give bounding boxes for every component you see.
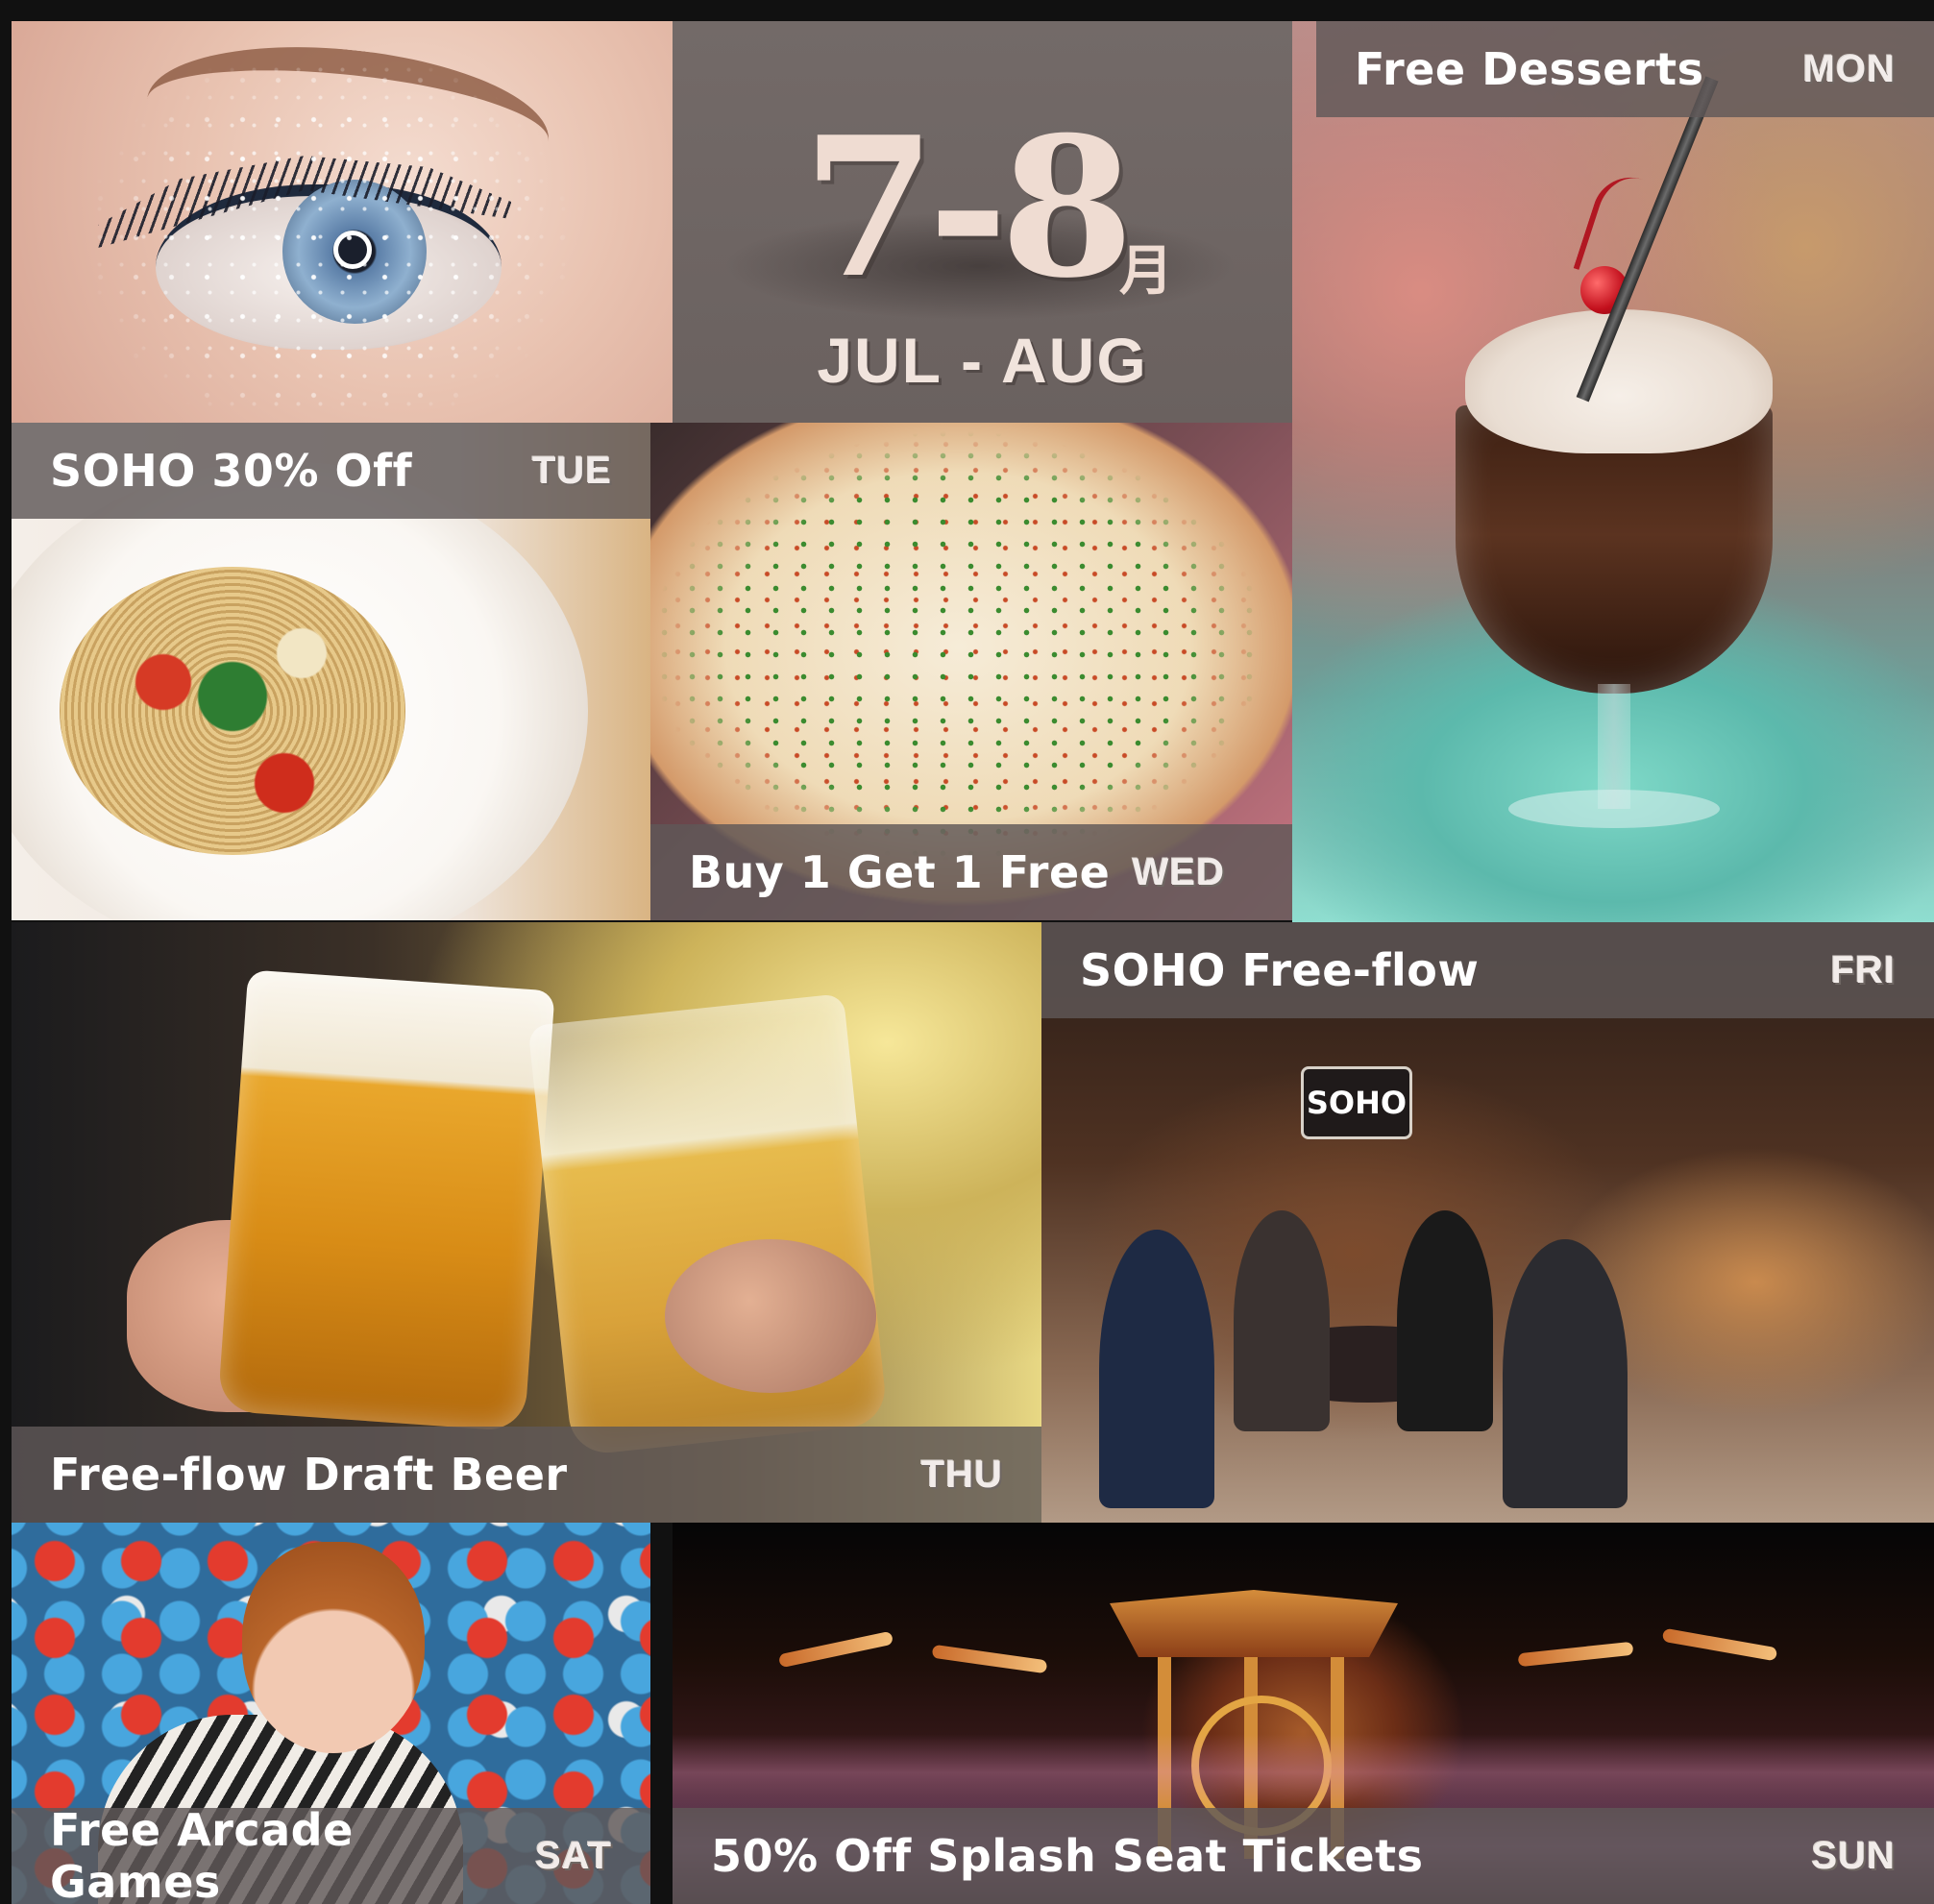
glass-foot <box>1508 790 1720 828</box>
caption-bar: Free-flow Draft Beer THU <box>12 1427 1041 1523</box>
caption-bar: SOHO 30% Off TUE <box>12 423 650 519</box>
caption-bar: SOHO Free-flow FRI <box>1041 922 1934 1018</box>
performer <box>931 1644 1048 1674</box>
promo-title: SOHO Free-flow <box>1080 944 1480 996</box>
promo-day: THU <box>920 1452 1003 1496</box>
beer-glass-right <box>527 992 889 1457</box>
person <box>1503 1239 1628 1508</box>
date-english: JUL - AUG <box>817 325 1148 396</box>
right-hand <box>665 1239 876 1393</box>
water-surface <box>673 1734 1934 1811</box>
whipped-cream <box>1465 309 1773 453</box>
caption-bar: Free Desserts MON <box>1316 21 1934 117</box>
promo-collage: 7-8 月 JUL - AUG Free Desserts MON SOHO 3… <box>0 0 1934 1904</box>
performer <box>1517 1641 1634 1668</box>
promo-title: Free Arcade Games <box>50 1804 354 1904</box>
promo-day: FRI <box>1830 948 1896 991</box>
promo-day: SAT <box>534 1834 612 1877</box>
caption-bar: 50% Off Splash Seat Tickets SUN <box>673 1808 1934 1904</box>
pagoda-roof <box>1110 1590 1398 1657</box>
promo-day: TUE <box>532 449 612 492</box>
promo-tile-wed[interactable]: Buy 1 Get 1 Free WED <box>650 423 1292 920</box>
promo-title: Buy 1 Get 1 Free <box>689 846 1111 898</box>
promo-title: SOHO 30% Off <box>50 445 413 497</box>
person <box>1234 1210 1330 1431</box>
eye-makeup-tile <box>12 21 673 423</box>
performer <box>1661 1627 1778 1662</box>
caption-bar: Free Arcade Games SAT <box>12 1804 650 1904</box>
promo-title: Free Desserts <box>1355 43 1704 95</box>
date-month-label: 月 <box>1119 240 1173 303</box>
person <box>1099 1230 1214 1508</box>
promo-day: WED <box>1132 850 1225 893</box>
pasta <box>60 567 405 855</box>
promo-tile-sun[interactable]: 50% Off Splash Seat Tickets SUN <box>673 1523 1934 1904</box>
promo-tile-tue[interactable]: SOHO 30% Off TUE <box>12 423 650 920</box>
date-panel: 7-8 月 JUL - AUG <box>673 21 1292 423</box>
promo-title: Free-flow Draft Beer <box>50 1449 568 1501</box>
promo-tile-fri[interactable]: SOHO SOHO Free-flow FRI <box>1041 922 1934 1523</box>
dessert-photo <box>1292 21 1934 922</box>
glitter <box>12 21 673 423</box>
soho-sign: SOHO <box>1301 1066 1412 1139</box>
person <box>1397 1210 1493 1431</box>
promo-tile-mon[interactable]: Free Desserts MON <box>1292 21 1934 922</box>
caption-bar: Buy 1 Get 1 Free WED <box>650 824 1292 920</box>
promo-tile-sat[interactable]: Free Arcade Games SAT <box>12 1523 650 1904</box>
promo-tile-thu[interactable]: Free-flow Draft Beer THU <box>12 922 1041 1523</box>
performer <box>777 1630 894 1669</box>
promo-day: MON <box>1802 47 1896 90</box>
eye-photo <box>12 21 673 423</box>
beer-glass-left <box>217 969 555 1432</box>
child-head <box>242 1542 425 1753</box>
promo-day: SUN <box>1811 1834 1896 1877</box>
promo-title: 50% Off Splash Seat Tickets <box>711 1830 1424 1882</box>
